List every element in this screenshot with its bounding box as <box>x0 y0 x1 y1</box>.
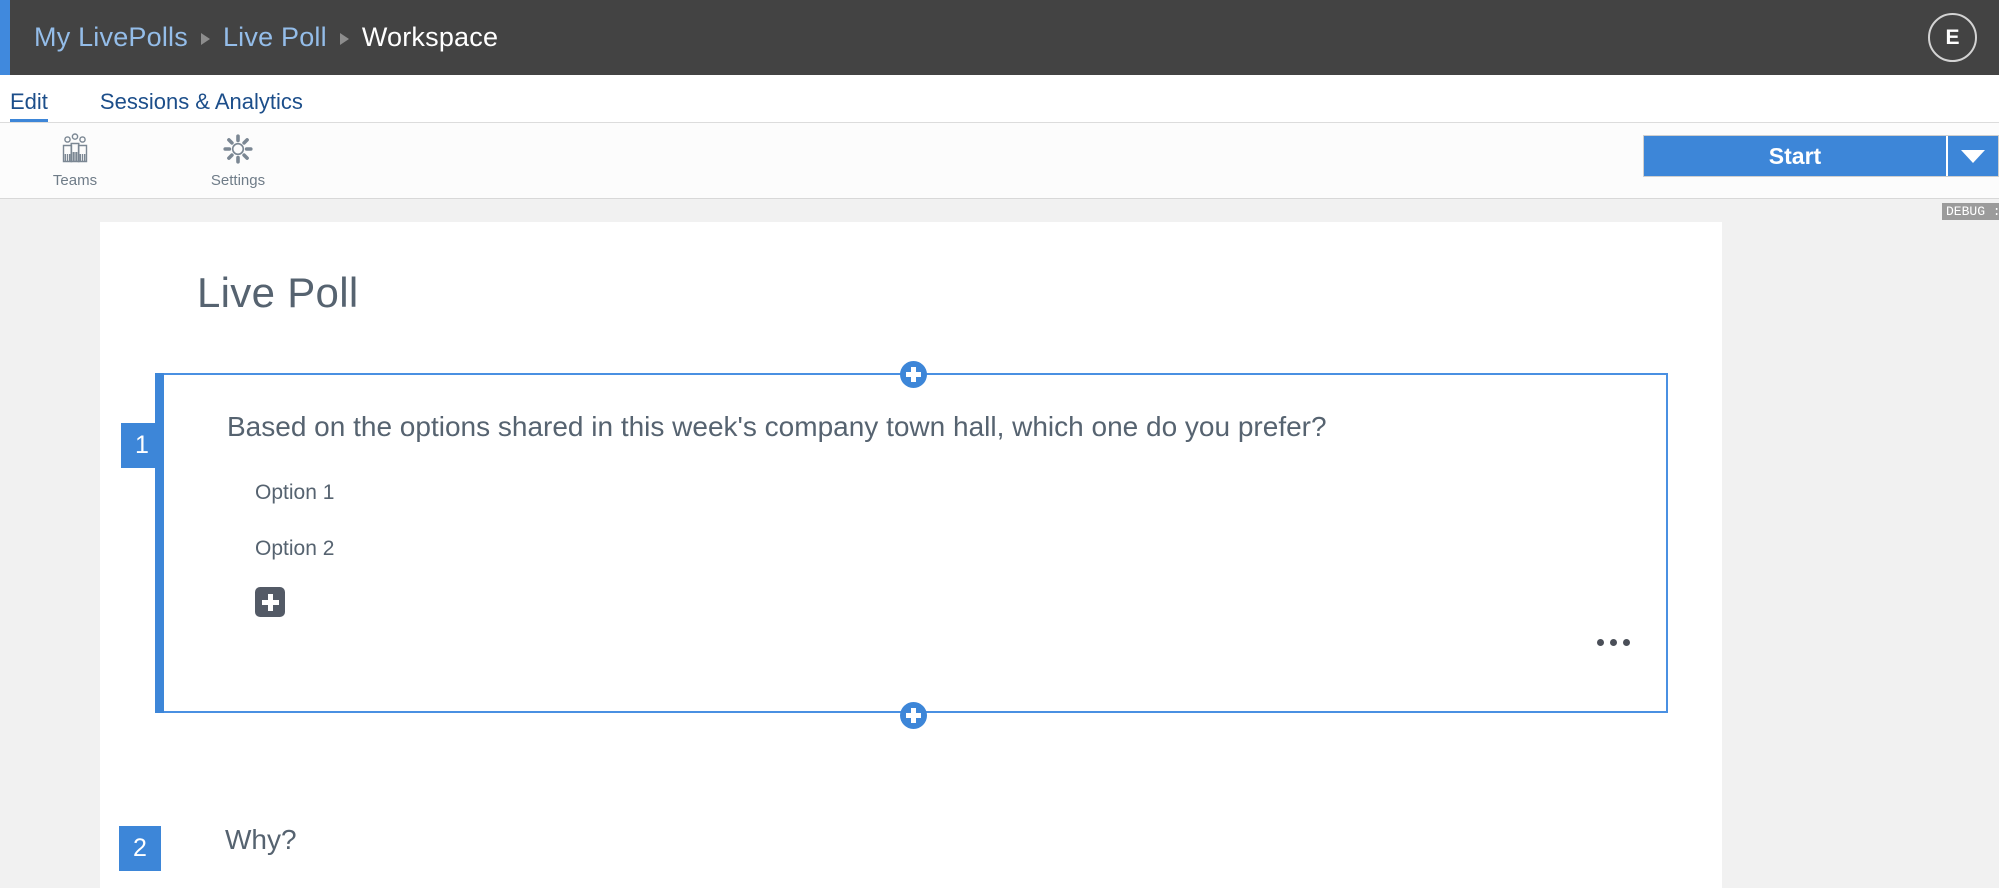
chevron-down-icon <box>1961 149 1985 163</box>
workspace-canvas: Live Poll 1 Based on the options shared … <box>0 199 1999 888</box>
insert-question-above-button[interactable] <box>900 361 927 388</box>
toolbar-label-teams: Teams <box>52 172 98 189</box>
topbar-accent-stripe <box>0 0 10 75</box>
toolbar: Teams Settings Start <box>0 123 1999 199</box>
avatar[interactable]: E <box>1928 13 1977 62</box>
toolbar-button-settings[interactable]: Settings <box>190 129 286 189</box>
breadcrumb-separator-icon <box>339 32 349 45</box>
question-card-1[interactable]: 1 Based on the options shared in this we… <box>121 361 1668 729</box>
breadcrumb-item-workspace: Workspace <box>361 22 499 52</box>
start-button-group: Start <box>1643 135 1999 177</box>
tab-bar: Edit Sessions & Analytics <box>0 75 1999 123</box>
breadcrumb-item-my-livepolls[interactable]: My LivePolls <box>34 22 188 53</box>
question-number-badge-2: 2 <box>119 826 161 871</box>
gear-icon <box>190 129 286 169</box>
debug-badge: DEBUG : t <box>1942 203 1999 220</box>
plus-circle-icon <box>906 708 921 723</box>
plus-icon <box>261 593 279 611</box>
question-number-badge-1: 1 <box>121 423 163 468</box>
page-title: Live Poll <box>197 269 359 316</box>
toolbar-label-settings: Settings <box>210 172 266 189</box>
plus-circle-icon <box>906 367 921 382</box>
breadcrumb-item-live-poll[interactable]: Live Poll <box>223 22 327 53</box>
breadcrumb-separator-icon <box>200 32 210 45</box>
breadcrumb: My LivePolls Live Poll Workspace <box>34 0 498 75</box>
toolbar-button-teams[interactable]: Teams <box>27 129 123 189</box>
teams-icon <box>27 129 123 169</box>
poll-sheet: Live Poll 1 Based on the options shared … <box>100 222 1722 888</box>
question-text-2[interactable]: Why? <box>225 824 297 856</box>
question-option-1[interactable]: Option 1 <box>255 481 334 505</box>
add-option-button[interactable] <box>255 587 285 617</box>
question-text-1[interactable]: Based on the options shared in this week… <box>227 411 1327 443</box>
tab-edit[interactable]: Edit <box>10 89 48 122</box>
ellipsis-icon-dot <box>1610 639 1617 646</box>
question-more-menu-button[interactable] <box>1597 639 1630 646</box>
question-option-2[interactable]: Option 2 <box>255 537 334 561</box>
ellipsis-icon-dot <box>1623 639 1630 646</box>
tab-sessions-analytics[interactable]: Sessions & Analytics <box>100 89 303 122</box>
ellipsis-icon-dot <box>1597 639 1604 646</box>
start-button[interactable]: Start <box>1644 136 1946 176</box>
insert-question-below-button[interactable] <box>900 702 927 729</box>
top-bar: My LivePolls Live Poll Workspace E <box>0 0 1999 75</box>
start-dropdown-button[interactable] <box>1946 136 1998 176</box>
